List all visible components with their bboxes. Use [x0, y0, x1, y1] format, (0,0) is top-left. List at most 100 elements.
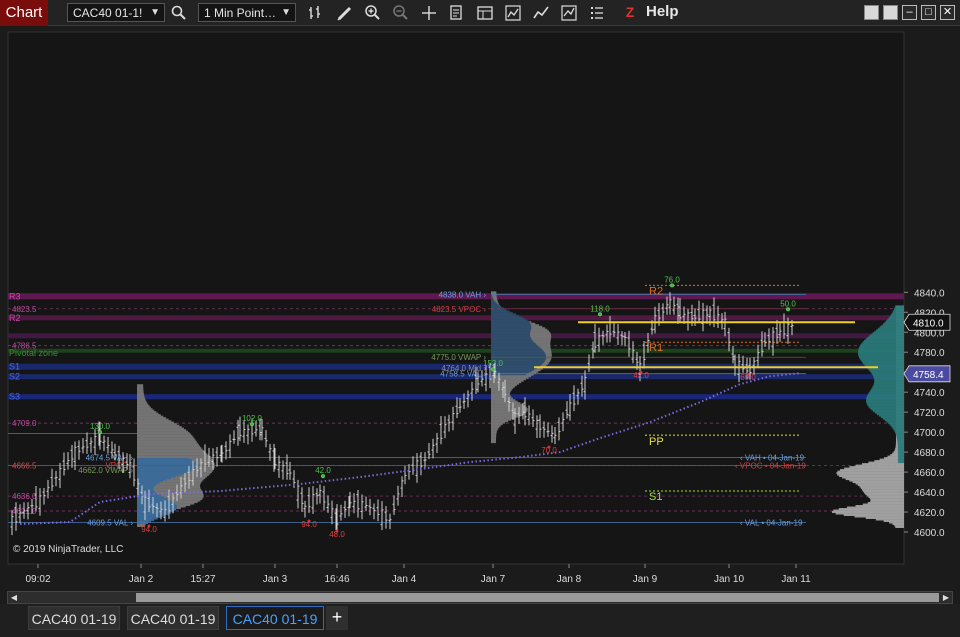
list-icon[interactable] — [588, 4, 606, 22]
interval-label: 1 Min Point… — [204, 6, 277, 20]
y-tick-label: 4840.0 — [914, 288, 945, 299]
scrollbar-thumb[interactable] — [136, 593, 939, 602]
x-tick-label: Jan 3 — [263, 574, 288, 585]
y-tick-label: 4640.0 — [914, 488, 945, 499]
pivot-label-s3-left: S3 — [9, 392, 20, 402]
chart-panel[interactable]: R3 R2 Pivotal zone S1 S2 S3 4823.5 4786.5 4709.0… — [0, 27, 960, 591]
chevron-down-icon: ▼ — [281, 7, 291, 18]
green-marker-label: 50.0 — [780, 299, 796, 308]
r1-band — [8, 333, 904, 339]
current-price-flag-text: 4810.0 — [913, 318, 944, 329]
zoom-out-icon[interactable] — [392, 4, 410, 22]
y-tick-label: 4700.0 — [914, 428, 945, 439]
chart-tab-1[interactable]: CAC40 01-19 — [28, 606, 120, 630]
drawing-tool-icon[interactable] — [336, 4, 354, 22]
profile-row — [895, 305, 904, 308]
interval-selector[interactable]: 1 Min Point… ▼ — [198, 3, 296, 22]
level-label: 4636.0 — [12, 492, 37, 501]
red-marker-label: 42.0 — [633, 371, 649, 380]
level-label: 4666.5 — [12, 462, 37, 471]
vpoc-label: 4823.5 VPOC › — [432, 305, 487, 314]
horizontal-scrollbar[interactable]: ◀ ▶ — [7, 591, 953, 604]
y-tick-label: 4740.0 — [914, 388, 945, 399]
green-marker-label: 152.0 — [483, 359, 504, 368]
crosshair-icon[interactable] — [420, 4, 438, 22]
val-jan4-label: ‹ VAL • 04-Jan-19 — [740, 519, 803, 528]
pivot-label-r2-left: R2 — [9, 313, 21, 323]
x-tick-label: Jan 11 — [781, 574, 811, 585]
chart-tab-2[interactable]: CAC40 01-19 — [127, 606, 219, 630]
red-marker-label: 60.0 — [740, 373, 756, 382]
green-marker-label: 42.0 — [315, 466, 331, 475]
add-tab-button[interactable]: + — [326, 606, 348, 630]
vwap-price-flag-text: 4758.4 — [913, 370, 944, 381]
green-marker-label: 118.0 — [590, 304, 610, 313]
profile-row — [137, 384, 144, 387]
green-marker-label: 76.0 — [664, 275, 680, 284]
minimize-button[interactable]: – — [902, 5, 917, 20]
x-tick-label: 16:46 — [324, 574, 349, 585]
level-label: 4823.5 — [12, 305, 37, 314]
r2-band — [8, 315, 904, 321]
green-marker-label: 102.0 — [242, 414, 263, 423]
toolbar: Chart CAC40 01-1! ▼ 1 Min Point… ▼ Z Hel… — [0, 0, 960, 26]
green-marker-label: 130.0 — [90, 422, 111, 431]
close-button[interactable]: ✕ — [940, 5, 955, 20]
pivot-r1-label: R1 — [649, 342, 663, 354]
vah-label: 4838.0 VAH › — [439, 290, 487, 299]
properties-icon[interactable] — [476, 4, 494, 22]
vpoc-jan4-label: ‹ VPOC • 04-Jan-19 — [735, 462, 806, 471]
attach-window-button[interactable] — [864, 5, 879, 20]
val-label: 4758.5 VAL › — [440, 370, 486, 379]
restore-window-button[interactable] — [883, 5, 898, 20]
search-icon[interactable] — [170, 4, 188, 22]
pivot-label-s1-left: S1 — [9, 362, 20, 372]
pivot-zone-band — [8, 348, 904, 353]
x-tick-label: Jan 10 — [714, 574, 744, 585]
strategies-icon[interactable] — [532, 4, 550, 22]
pivot-s1-label: S1 — [649, 491, 662, 503]
chart-tab-3-active[interactable]: CAC40 01-19 — [226, 606, 324, 630]
vwap-label: 4775.0 VWAP › — [431, 353, 486, 362]
x-tick-label: Jan 9 — [633, 574, 658, 585]
chart-tabs-bar: CAC40 01-19 CAC40 01-19 CAC40 01-19 + — [0, 604, 960, 637]
profile-row — [491, 291, 497, 294]
scroll-right-icon[interactable]: ▶ — [941, 592, 951, 603]
red-marker-label: 94.0 — [141, 525, 157, 534]
zoom-in-icon[interactable] — [364, 4, 382, 22]
y-tick-label: 4680.0 — [914, 448, 945, 459]
data-box-icon[interactable] — [448, 4, 466, 22]
indicators-icon[interactable] — [504, 4, 522, 22]
instrument-label: CAC40 01-1! — [73, 6, 143, 20]
scroll-left-icon[interactable]: ◀ — [9, 592, 19, 603]
x-tick-label: Jan 2 — [129, 574, 154, 585]
price-chart[interactable]: R3R2Pivotal zoneS1S2S34823.54786.54709.0… — [0, 27, 960, 591]
x-tick-label: 09:02 — [25, 574, 50, 585]
pivot-r2-label: R2 — [649, 285, 663, 297]
help-menu[interactable]: Help — [646, 3, 679, 20]
instrument-selector[interactable]: CAC40 01-1! ▼ — [67, 3, 165, 22]
ninjatrader-logo-icon: Z — [625, 4, 635, 20]
x-tick-label: Jan 8 — [557, 574, 582, 585]
y-tick-label: 4780.0 — [914, 348, 945, 359]
x-tick-label: 15:27 — [190, 574, 215, 585]
y-tick-label: 4720.0 — [914, 408, 945, 419]
x-tick-label: Jan 7 — [481, 574, 506, 585]
level-label: 4786.5 — [12, 342, 37, 351]
chart-tab[interactable]: Chart — [0, 0, 48, 26]
level-label: 4709.0 — [12, 419, 37, 428]
analyzer-icon[interactable] — [560, 4, 578, 22]
red-marker-label: 70.0 — [541, 446, 557, 455]
x-tick-label: Jan 4 — [392, 574, 417, 585]
bar-type-icon[interactable] — [307, 4, 325, 22]
y-tick-label: 4600.0 — [914, 528, 945, 539]
red-marker-label: 48.0 — [329, 530, 345, 539]
maximize-button[interactable]: □ — [921, 5, 936, 20]
chevron-down-icon: ▼ — [150, 7, 160, 18]
pivot-pp-label: PP — [649, 436, 664, 448]
y-tick-label: 4620.0 — [914, 508, 945, 519]
pivot-label-s2-left: S2 — [9, 372, 20, 382]
pivot-label-r3: R3 — [9, 291, 21, 301]
red-marker-label: 94.0 — [301, 520, 317, 529]
val-jan2-label: 4609.5 VAL › — [87, 519, 133, 528]
